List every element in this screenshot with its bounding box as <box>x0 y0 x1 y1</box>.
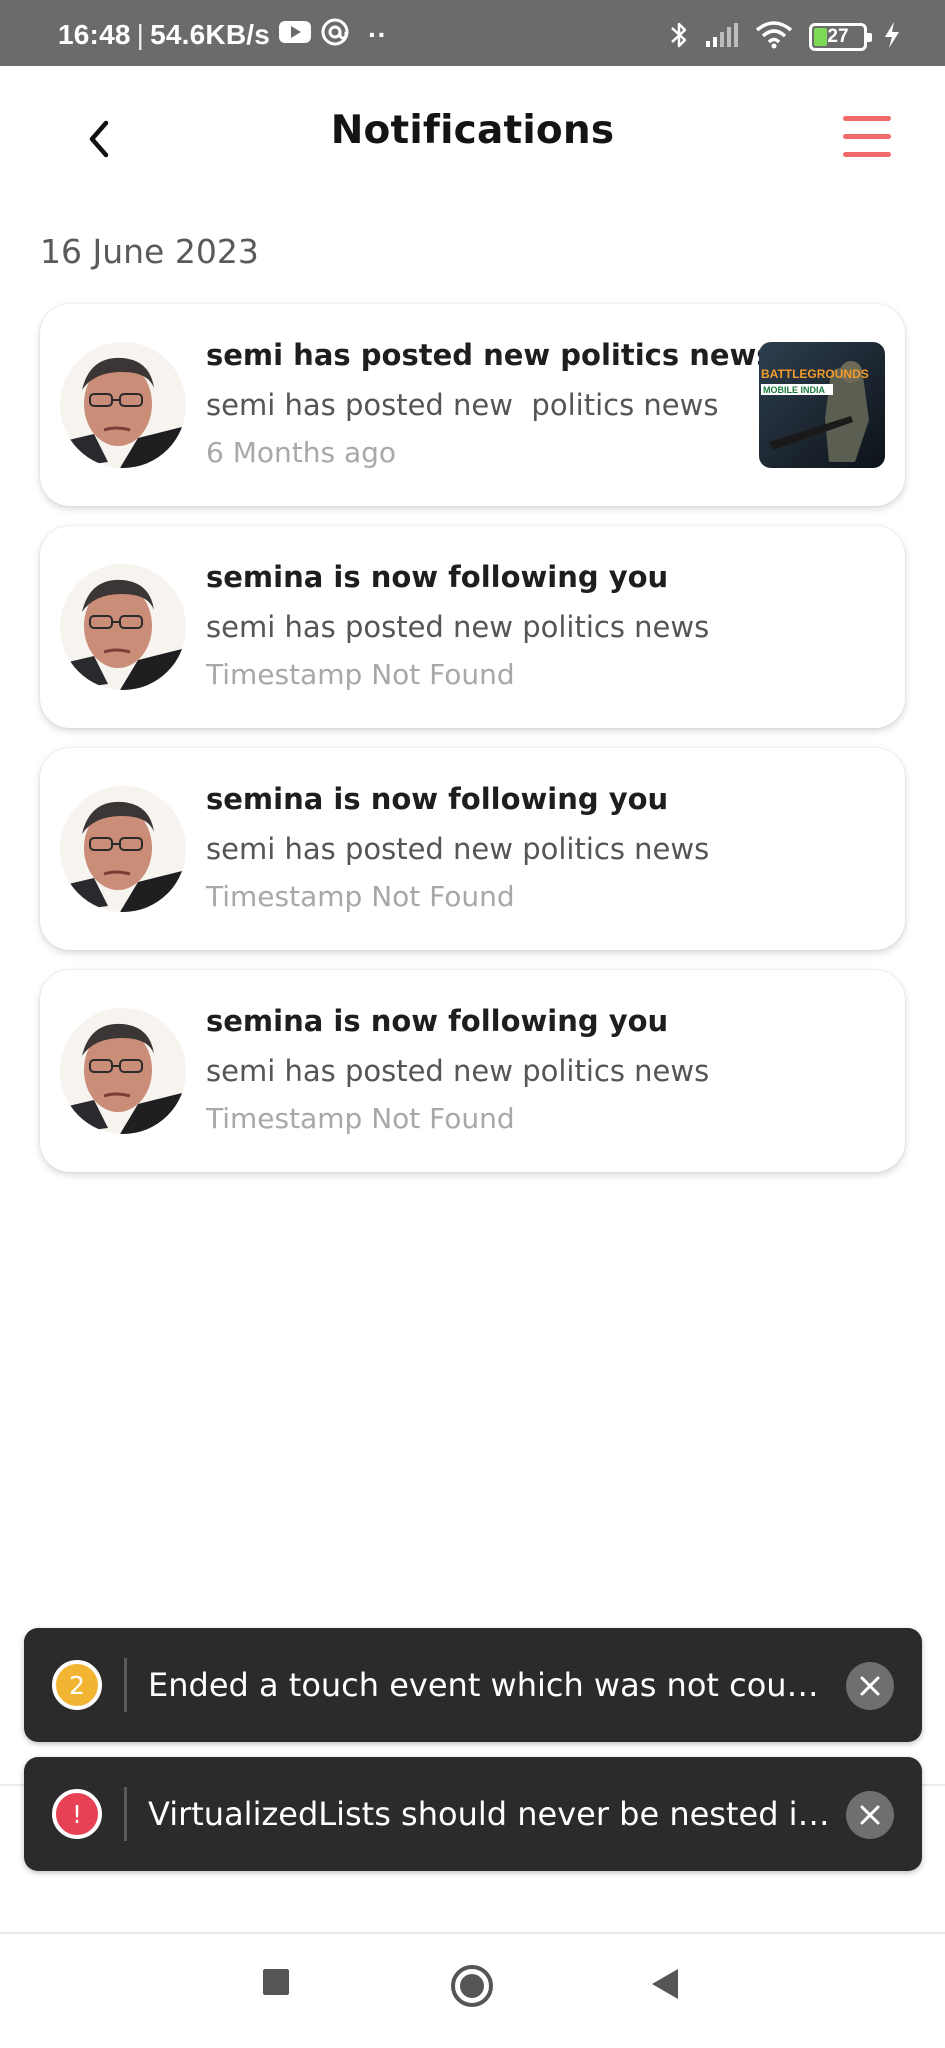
battery-indicator: 27 <box>809 23 872 51</box>
notification-title: semina is now following you <box>206 782 669 816</box>
status-time: 16:48 <box>58 19 131 50</box>
avatar <box>60 786 186 912</box>
notification-time: Timestamp Not Found <box>206 880 515 913</box>
at-sign-icon <box>320 17 350 54</box>
avatar <box>60 1008 186 1134</box>
back-triangle-icon <box>652 1969 678 1999</box>
error-badge: ! <box>52 1789 102 1839</box>
news-thumbnail[interactable]: BATTLEGROUNDS MOBILE INDIA <box>759 342 885 468</box>
home-circle-icon <box>451 1965 493 2007</box>
app-header: Notifications <box>0 66 945 206</box>
status-bar-left: 16:48 | 54.6KB/s ·· <box>58 18 388 52</box>
notification-body: semi has posted new politics news <box>206 1054 710 1088</box>
thumbnail-subtext: MOBILE INDIA <box>763 385 825 395</box>
avatar <box>60 342 186 468</box>
menu-bar <box>843 116 891 121</box>
notification-body: semi has posted new politics news <box>206 388 719 422</box>
dismiss-toast-button[interactable] <box>846 1791 894 1839</box>
home-button[interactable] <box>450 1964 494 2012</box>
warning-count-badge: 2 <box>52 1660 102 1710</box>
notification-title: semina is now following you <box>206 1004 669 1038</box>
battery-nub <box>867 33 872 42</box>
thumbnail-text: BATTLEGROUNDS <box>761 367 869 381</box>
toast-divider <box>124 1658 127 1712</box>
more-notifications-dots: ·· <box>368 19 388 50</box>
notification-time: Timestamp Not Found <box>206 1102 515 1135</box>
notification-card[interactable]: semina is now following you semi has pos… <box>40 526 905 728</box>
error-toast[interactable]: ! VirtualizedLists should never be neste… <box>24 1757 922 1871</box>
toast-message: Ended a touch event which was not counte… <box>148 1666 838 1704</box>
battery-fill <box>814 28 827 46</box>
menu-bar <box>843 152 891 157</box>
notification-body: semi has posted new politics news <box>206 610 710 644</box>
warning-toast[interactable]: 2 Ended a touch event which was not coun… <box>24 1628 922 1742</box>
avatar <box>60 564 186 690</box>
notification-title: semina is now following you <box>206 560 669 594</box>
notification-card[interactable]: semina is now following you semi has pos… <box>40 748 905 950</box>
charging-bolt-icon <box>883 21 901 53</box>
bluetooth-icon <box>669 20 689 54</box>
notification-body: semi has posted new politics news <box>206 832 710 866</box>
battery-level: 27 <box>827 26 849 47</box>
date-group-label: 16 June 2023 <box>40 232 259 271</box>
recents-square-icon <box>263 1969 289 1995</box>
signal-icon <box>705 22 739 52</box>
toast-message: VirtualizedLists should never be nested … <box>148 1795 838 1833</box>
close-icon <box>860 1805 880 1825</box>
notification-time: Timestamp Not Found <box>206 658 515 691</box>
notification-card[interactable]: semi has posted new politics news semi h… <box>40 304 905 506</box>
recents-button[interactable] <box>262 1968 290 2000</box>
status-network-speed: 54.6KB/s <box>150 19 270 50</box>
system-nav-bar <box>0 1934 945 2048</box>
youtube-icon <box>278 19 312 52</box>
toast-divider <box>124 1787 127 1841</box>
dismiss-toast-button[interactable] <box>846 1662 894 1710</box>
notification-card[interactable]: semina is now following you semi has pos… <box>40 970 905 1172</box>
wifi-icon <box>755 21 793 53</box>
hamburger-menu-icon[interactable] <box>837 112 897 162</box>
notification-time: 6 Months ago <box>206 436 397 469</box>
close-icon <box>860 1676 880 1696</box>
page-title: Notifications <box>330 108 615 153</box>
back-system-button[interactable] <box>650 1968 680 2004</box>
status-bar-right: 27 <box>669 20 901 54</box>
menu-bar <box>843 134 891 139</box>
notification-title: semi has posted new politics news <box>206 338 774 372</box>
status-separator: | <box>136 19 145 50</box>
status-bar: 16:48 | 54.6KB/s ·· 27 <box>0 0 945 66</box>
